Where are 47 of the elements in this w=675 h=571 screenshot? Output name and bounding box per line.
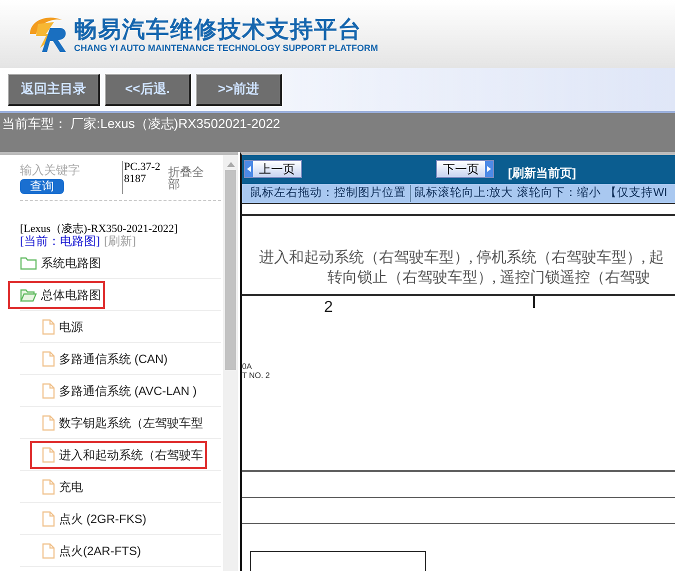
nav-button[interactable]: 返回主目录	[8, 74, 100, 106]
refresh-page-link[interactable]: [刷新当前页]	[508, 164, 576, 182]
scrollbar-thumb[interactable]	[225, 170, 236, 370]
current-view-label: [当前：电路图]	[20, 235, 100, 247]
next-page-button[interactable]: 下一页	[436, 160, 494, 178]
document-icon	[42, 318, 55, 334]
platform-subtitle: CHANG YI AUTO MAINTENANCE TECHNOLOGY SUPPORT PLATFORM	[74, 42, 378, 54]
diagram-title: 进入和起动系统（右驾驶车型）, 停机系统（右驾驶车型）, 起	[258, 248, 664, 268]
document-icon	[42, 350, 55, 366]
nav-button[interactable]: <<后退.	[105, 74, 191, 106]
tree-item[interactable]: 数字钥匙系统（左驾驶车型	[42, 410, 203, 434]
tree-item[interactable]: 系统电路图	[20, 250, 101, 274]
hint-text: 【仅支持WI	[605, 186, 668, 201]
document-icon	[42, 542, 55, 558]
tree-item[interactable]: 多路通信系统 (CAN)	[42, 346, 168, 370]
hint-text: 鼠标滚轮向上:放大	[410, 184, 514, 202]
platform-title: 畅易汽车维修技术支持平台	[74, 14, 363, 42]
diagram-label: 0A	[242, 362, 253, 371]
vehicle-label: [Lexus（凌志)-RX350-2021-2022]	[20, 223, 179, 235]
document-icon	[42, 382, 55, 398]
diagram-label: T NO. 2	[242, 371, 271, 380]
tree-item[interactable]: 点火(2AR-FTS)	[42, 538, 141, 562]
code-text: PC.37-28187	[122, 161, 162, 194]
tree-item[interactable]: 点火 (2GR-FKS)	[42, 506, 146, 530]
hint-text: 鼠标左右拖动：控制图片位置	[250, 186, 406, 201]
tree-item[interactable]: 多路通信系统 (AVC-LAN )	[42, 378, 197, 402]
nav-button[interactable]: >>前进	[196, 74, 282, 106]
tree-item[interactable]: 充电	[42, 474, 83, 498]
tree-item[interactable]: 进入和起动系统（右驾驶车	[30, 440, 207, 468]
search-button[interactable]: 查询	[20, 179, 64, 194]
tree-item[interactable]: 总体电路图	[8, 280, 105, 308]
open-folder-icon	[20, 288, 37, 302]
document-icon	[42, 478, 55, 494]
tree-item[interactable]: 电源	[42, 314, 83, 338]
collapse-all-link[interactable]: 折叠全部	[168, 161, 206, 194]
hint-text: 滚轮向下：缩小	[517, 186, 602, 201]
document-icon	[42, 414, 55, 430]
document-icon	[42, 510, 55, 526]
scroll-up-arrow-icon[interactable]	[226, 161, 234, 167]
tick-mark	[532, 296, 535, 308]
scrollbar[interactable]	[223, 155, 238, 571]
prev-page-button[interactable]: 上一页	[244, 160, 302, 178]
diagram-label: 2	[324, 298, 333, 318]
diagram-title: 转向锁止（右驾驶车型）, 遥控门锁遥控（右驾驶	[326, 268, 650, 288]
document-icon	[42, 446, 55, 462]
current-vehicle-bar: 当前车型： 厂家:Lexus（凌志)RX3502021-2022	[0, 113, 675, 152]
folder-icon	[20, 256, 37, 270]
